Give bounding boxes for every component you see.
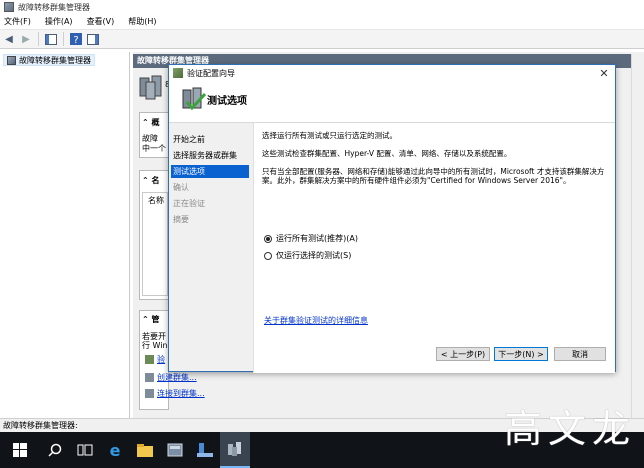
step-confirmation: 确认 xyxy=(173,183,189,192)
toolbar-separator xyxy=(63,32,64,46)
svg-text:e: e xyxy=(110,442,121,458)
overview-section-header[interactable]: ⌃ 概 xyxy=(142,117,160,128)
support-notice-text: 只有当全部配置(服务器、网络和存储)能够通过此向导中的所有测试时，Microso… xyxy=(262,167,605,185)
back-arrow-icon[interactable]: ◀ xyxy=(2,32,16,46)
menu-help[interactable]: 帮助(H) xyxy=(128,16,156,27)
previous-button[interactable]: < 上一步(P) xyxy=(436,347,490,361)
step-validating: 正在验证 xyxy=(173,199,205,208)
menu-file[interactable]: 文件(F) xyxy=(4,16,31,27)
radio-selected xyxy=(264,234,272,243)
column-header-name[interactable]: 名称 xyxy=(148,195,164,206)
action-pane-icon[interactable] xyxy=(86,32,100,46)
connect-cluster-icon xyxy=(145,389,154,398)
clusters-list[interactable] xyxy=(142,192,168,296)
connect-cluster-link[interactable]: 连接到群集... xyxy=(145,388,205,399)
collapse-icon: ⌃ xyxy=(142,176,149,185)
clusters-section-title: 名 xyxy=(151,176,160,185)
management-section-header[interactable]: ⌃ 管 xyxy=(142,314,160,325)
validate-link-label: 验 xyxy=(157,355,165,364)
svg-text:?: ? xyxy=(73,35,78,45)
start-windows-icon[interactable] xyxy=(0,432,40,468)
run-all-tests-label: 运行所有测试(推荐)(A) xyxy=(276,234,358,243)
run-selected-tests-label: 仅运行选择的测试(S) xyxy=(276,251,352,260)
toolbar-separator xyxy=(38,32,39,46)
management-text: 行 Win xyxy=(142,341,168,350)
radio-unselected xyxy=(264,251,272,260)
wizard-titlebar: 验证配置向导 ✕ xyxy=(169,65,615,81)
clusters-section-header[interactable]: ⌃ 名 xyxy=(142,175,160,186)
step-summary: 摘要 xyxy=(173,215,189,224)
menu-action[interactable]: 操作(A) xyxy=(45,16,73,27)
cluster-icon xyxy=(7,55,16,65)
wizard-title-icon xyxy=(173,68,183,78)
forward-arrow-icon[interactable]: ▶ xyxy=(19,32,33,46)
close-icon[interactable]: ✕ xyxy=(597,66,611,80)
navigation-tree-pane xyxy=(0,52,130,418)
wizard-body: 选择运行所有测试或只运行选定的测试。 这些测试检查群集配置、Hyper-V 配置… xyxy=(253,123,615,373)
overview-section-title: 概 xyxy=(151,118,160,127)
help-icon[interactable]: ? xyxy=(69,32,83,46)
create-cluster-icon xyxy=(145,373,154,382)
create-cluster-link[interactable]: 创建群集... xyxy=(145,372,197,383)
collapse-icon: ⌃ xyxy=(142,315,149,324)
step-testing-options[interactable]: 测试选项 xyxy=(171,165,249,178)
toolbar: ◀ ▶ ? xyxy=(0,29,644,49)
next-button[interactable]: 下一步(N) > xyxy=(494,347,548,361)
window-titlebar: 故障转移群集管理器 xyxy=(0,0,644,14)
wizard-heading: 测试选项 xyxy=(207,96,247,107)
instructions-text: 选择运行所有测试或只运行选定的测试。 xyxy=(262,131,397,140)
tree-item-cluster-manager[interactable]: 故障转移群集管理器 xyxy=(3,54,95,66)
validation-info-link[interactable]: 关于群集验证测试的详细信息 xyxy=(264,315,368,326)
overview-text: 中一个 xyxy=(142,144,166,153)
wizard-steps-nav: 开始之前 选择服务器或群集 测试选项 确认 正在验证 摘要 xyxy=(169,123,249,373)
run-all-tests-radio[interactable]: 运行所有测试(推荐)(A) xyxy=(264,233,358,244)
collapse-icon: ⌃ xyxy=(142,118,149,127)
task-view-icon[interactable] xyxy=(70,432,100,468)
connect-cluster-label: 连接到群集... xyxy=(157,389,205,398)
search-icon[interactable] xyxy=(40,432,70,468)
network-admin-icon[interactable] xyxy=(190,432,220,468)
tests-description-text: 这些测试检查群集配置、Hyper-V 配置、清单、网络、存储以及系统配置。 xyxy=(262,149,512,158)
show-tree-icon[interactable] xyxy=(44,32,58,46)
ie-browser-icon[interactable]: e xyxy=(100,432,130,468)
step-before-you-begin[interactable]: 开始之前 xyxy=(171,133,249,146)
wizard-title: 验证配置向导 xyxy=(187,68,235,78)
cancel-button[interactable]: 取消 xyxy=(554,347,606,361)
file-explorer-icon[interactable] xyxy=(130,432,160,468)
create-cluster-label: 创建群集... xyxy=(157,373,197,382)
cluster-servers-icon xyxy=(138,74,166,100)
wizard-header: 测试选项 xyxy=(169,81,615,123)
content-scrollbar[interactable] xyxy=(631,54,639,418)
menu-bar: 文件(F) 操作(A) 查看(V) 帮助(H) xyxy=(0,14,644,29)
cluster-manager-app-icon xyxy=(4,2,14,12)
cluster-manager-taskbar-icon[interactable] xyxy=(220,432,250,468)
management-section-title: 管 xyxy=(151,315,160,324)
validate-checkmark-icon xyxy=(181,86,209,114)
validate-icon xyxy=(145,355,154,364)
validate-config-link[interactable]: 验 xyxy=(145,354,165,365)
step-select-servers[interactable]: 选择服务器或群集 xyxy=(171,149,249,162)
menu-view[interactable]: 查看(V) xyxy=(87,16,115,27)
watermark: 高文龙 xyxy=(503,407,636,451)
run-selected-tests-radio[interactable]: 仅运行选择的测试(S) xyxy=(264,250,351,261)
window-title: 故障转移群集管理器 xyxy=(18,2,90,12)
validate-config-wizard: 验证配置向导 ✕ 测试选项 开始之前 选择服务器或群集 测试选项 确认 正在验证… xyxy=(168,64,616,373)
server-manager-icon[interactable] xyxy=(160,432,190,468)
tree-item-label: 故障转移群集管理器 xyxy=(19,55,91,65)
